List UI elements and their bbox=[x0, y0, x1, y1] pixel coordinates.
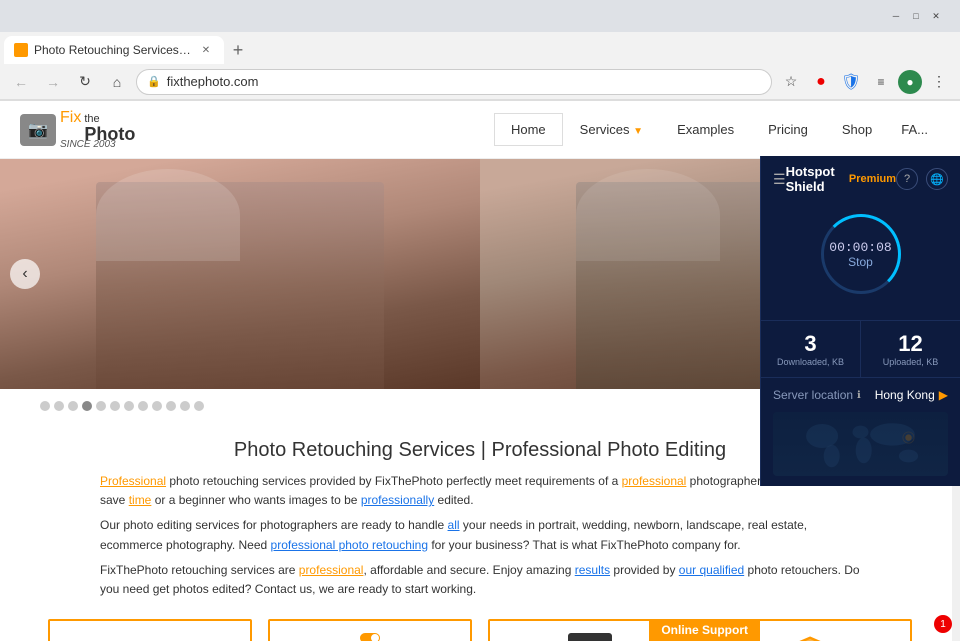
nav-item-pricing[interactable]: Pricing bbox=[751, 113, 825, 146]
address-bar[interactable]: 🔒 fixthephoto.com bbox=[136, 69, 772, 95]
site-nav: Home Services ▼ Examples Pricing Shop bbox=[494, 113, 889, 146]
slider-dots bbox=[20, 395, 224, 417]
vpn-server-location-label: Server location ℹ bbox=[773, 388, 861, 402]
logo-camera-icon: 📷 bbox=[20, 114, 56, 146]
dot-11[interactable] bbox=[180, 401, 190, 411]
vpn-title: Hotspot Shield Premium bbox=[786, 164, 896, 194]
vpn-location-value: Hong Kong bbox=[875, 388, 935, 402]
vpn-premium-badge: Premium bbox=[849, 173, 896, 185]
minimize-button[interactable]: ─ bbox=[888, 8, 904, 24]
nav-item-shop[interactable]: Shop bbox=[825, 113, 889, 146]
cards-section: ☁ ↓ Quick Upload bbox=[0, 619, 960, 641]
home-button[interactable]: ⌂ bbox=[104, 69, 130, 95]
section-body-1: Professional photo retouching services p… bbox=[100, 472, 860, 510]
vpn-map bbox=[773, 412, 948, 476]
forward-button[interactable]: → bbox=[40, 69, 66, 95]
vpn-ring-progress bbox=[821, 214, 901, 294]
dot-7[interactable] bbox=[124, 401, 134, 411]
vpn-panel: ☰ Hotspot Shield Premium ? 🌐 00:00:08 St… bbox=[760, 156, 960, 486]
vpn-uploaded-stat: 12 Uploaded, KB bbox=[861, 321, 960, 377]
vpn-uploaded-label: Uploaded, KB bbox=[865, 357, 956, 367]
dot-3[interactable] bbox=[68, 401, 78, 411]
vpn-uploaded-value: 12 bbox=[865, 331, 956, 357]
close-button[interactable]: ✕ bbox=[928, 8, 944, 24]
extension-icon-shield[interactable]: 🛡 bbox=[838, 69, 864, 95]
vpn-timer-ring: 00:00:08 Stop bbox=[821, 214, 901, 294]
url-text: fixthephoto.com bbox=[167, 74, 259, 89]
prev-button[interactable]: ‹ bbox=[10, 259, 40, 289]
dot-4[interactable] bbox=[82, 401, 92, 411]
hero-image-left bbox=[0, 159, 480, 389]
notification-badge: 1 bbox=[934, 615, 952, 633]
card-quick-upload: ☁ ↓ Quick Upload bbox=[48, 619, 252, 641]
logo-fix: Fix bbox=[60, 109, 81, 127]
menu-button[interactable]: ⋮ bbox=[926, 69, 952, 95]
nav-fa-label: FA... bbox=[889, 114, 940, 145]
bookmark-icon[interactable]: ☆ bbox=[778, 69, 804, 95]
dot-1[interactable] bbox=[40, 401, 50, 411]
vpn-globe-button[interactable]: 🌐 bbox=[926, 168, 948, 190]
active-tab[interactable]: Photo Retouching Services | Pro... ✕ bbox=[4, 36, 224, 64]
vpn-downloaded-label: Downloaded, KB bbox=[765, 357, 856, 367]
vpn-menu-icon[interactable]: ☰ bbox=[773, 171, 786, 188]
section-body-2: Our photo editing services for photograp… bbox=[100, 516, 860, 554]
vpn-brand-name: Hotspot Shield bbox=[786, 164, 845, 194]
maximize-button[interactable]: □ bbox=[908, 8, 924, 24]
refresh-button[interactable]: ↻ bbox=[72, 69, 98, 95]
new-tab-button[interactable]: + bbox=[224, 36, 252, 64]
nav-item-services[interactable]: Services ▼ bbox=[563, 113, 660, 146]
dot-12[interactable] bbox=[194, 401, 204, 411]
dropdown-arrow-icon: ▼ bbox=[633, 126, 643, 137]
vpn-downloaded-stat: 3 Downloaded, KB bbox=[761, 321, 861, 377]
dot-5[interactable] bbox=[96, 401, 106, 411]
dot-8[interactable] bbox=[138, 401, 148, 411]
page-content: 📷 Fix the Photo SINCE 2003 Home bbox=[0, 101, 960, 641]
tab-close-button[interactable]: ✕ bbox=[198, 42, 214, 58]
card-customer-style: Customer style bbox=[268, 619, 472, 641]
vpn-header-icons: ? 🌐 bbox=[896, 168, 948, 190]
vpn-location-arrow-icon: ▶ bbox=[939, 388, 948, 402]
dot-2[interactable] bbox=[54, 401, 64, 411]
browser-toolbar: ← → ↻ ⌂ 🔒 fixthephoto.com ☆ ● 🛡 ≡ ● ⋮ bbox=[0, 64, 960, 100]
browser-chrome: ─ □ ✕ Photo Retouching Services | Pro...… bbox=[0, 0, 960, 101]
nav-item-examples[interactable]: Examples bbox=[660, 113, 751, 146]
vpn-downloaded-value: 3 bbox=[765, 331, 856, 357]
logo-text-block: Fix the Photo SINCE 2003 bbox=[60, 109, 135, 150]
toolbar-icons: ☆ ● 🛡 ≡ ● ⋮ bbox=[778, 69, 952, 95]
tab-favicon bbox=[14, 43, 28, 57]
profile-icon[interactable]: ● bbox=[898, 70, 922, 94]
vpn-location[interactable]: Server location ℹ Hong Kong ▶ bbox=[761, 378, 960, 412]
vpn-world-map bbox=[773, 412, 948, 476]
browser-titlebar: ─ □ ✕ bbox=[0, 0, 960, 32]
vpn-header: ☰ Hotspot Shield Premium ? 🌐 bbox=[761, 156, 960, 202]
back-button[interactable]: ← bbox=[8, 69, 34, 95]
extension-icon-list[interactable]: ≡ bbox=[868, 69, 894, 95]
online-support-button[interactable]: Online Support bbox=[649, 619, 760, 641]
dot-9[interactable] bbox=[152, 401, 162, 411]
dot-10[interactable] bbox=[166, 401, 176, 411]
section-body-3: FixThePhoto retouching services are prof… bbox=[100, 561, 860, 599]
vpn-location-value-group: Hong Kong ▶ bbox=[875, 388, 948, 402]
nav-services-label: Services bbox=[580, 122, 630, 137]
vpn-main: 00:00:08 Stop bbox=[761, 202, 960, 320]
nav-item-home[interactable]: Home bbox=[494, 113, 563, 146]
dot-6[interactable] bbox=[110, 401, 120, 411]
tab-title: Photo Retouching Services | Pro... bbox=[34, 43, 192, 57]
tab-bar: Photo Retouching Services | Pro... ✕ + bbox=[0, 32, 960, 64]
section-title: Photo Retouching Services | Professional… bbox=[100, 439, 860, 462]
extension-icon-red[interactable]: ● bbox=[808, 69, 834, 95]
vpn-info-icon: ℹ bbox=[857, 390, 861, 401]
window-controls: ─ □ ✕ bbox=[888, 8, 944, 24]
site-header: 📷 Fix the Photo SINCE 2003 Home bbox=[0, 101, 960, 159]
site-logo: 📷 Fix the Photo SINCE 2003 bbox=[20, 109, 135, 150]
vpn-stats: 3 Downloaded, KB 12 Uploaded, KB bbox=[761, 320, 960, 378]
vpn-help-button[interactable]: ? bbox=[896, 168, 918, 190]
lock-icon: 🔒 bbox=[147, 75, 161, 88]
